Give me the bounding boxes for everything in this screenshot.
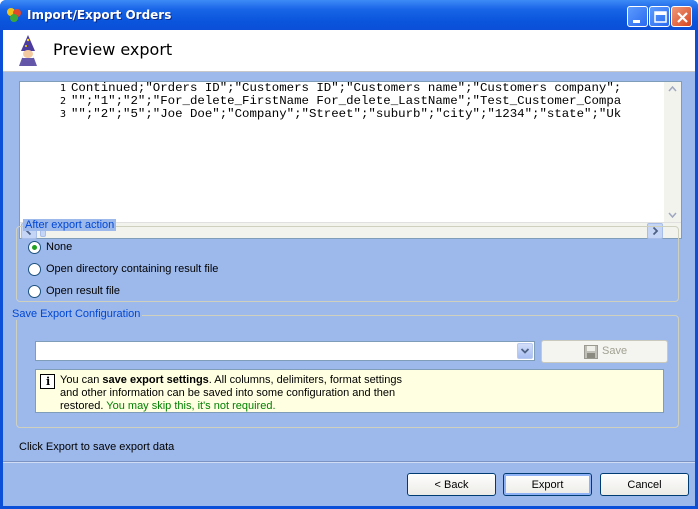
export-button-label: Export: [531, 479, 564, 491]
line-number: 3: [59, 109, 66, 120]
minimize-icon: [633, 20, 640, 23]
cancel-button-label: Cancel: [627, 479, 662, 491]
page-title: Preview export: [53, 40, 173, 59]
combo-dropdown-button[interactable]: [517, 343, 533, 359]
window: Import/Export Orders Preview export 1 2 …: [0, 0, 698, 509]
line-number: 1: [59, 83, 66, 94]
radio-indicator[interactable]: [28, 263, 41, 276]
app-icon: [7, 8, 21, 22]
info-box: i You can save export settings. All colu…: [35, 369, 664, 413]
radio-label: None: [46, 241, 73, 253]
back-button[interactable]: < Back: [407, 473, 496, 496]
back-button-label: < Back: [434, 479, 469, 491]
window-title: Import/Export Orders: [27, 8, 172, 22]
wizard-icon: [19, 35, 37, 66]
radio-label: Open directory containing result file: [46, 263, 219, 275]
export-preview-editor[interactable]: 1 2 3 Continued;"Orders ID";"Customers I…: [19, 81, 682, 239]
dialog-client: Preview export 1 2 3 Continued;"Orders I…: [3, 30, 695, 506]
line-number-gutter: 1 2 3: [20, 82, 68, 222]
export-button[interactable]: Export: [503, 473, 592, 496]
preview-line: "";"2";"5";"Joe Doe";"Company";"Street";…: [71, 107, 622, 121]
maximize-button[interactable]: [649, 6, 670, 27]
wizard-header: Preview export: [3, 30, 695, 72]
radio-label: Open result file: [46, 285, 120, 297]
close-button[interactable]: [671, 6, 692, 27]
preview-code[interactable]: Continued;"Orders ID";"Customers ID";"Cu…: [71, 82, 661, 222]
radio-open-directory[interactable]: Open directory containing result file: [28, 262, 228, 278]
divider: [3, 461, 695, 463]
floppy-disk-icon: [584, 345, 598, 359]
title-bar[interactable]: Import/Export Orders: [0, 0, 698, 30]
after-export-label: After export action: [23, 219, 117, 231]
info-line-3: restored. You may skip this, it's not re…: [60, 400, 276, 412]
save-config-label: Save Export Configuration: [10, 308, 143, 320]
chevron-down-icon: [520, 348, 530, 354]
chevron-up-icon[interactable]: [664, 82, 681, 96]
radio-open-file[interactable]: Open result file: [28, 284, 138, 300]
info-icon: i: [40, 374, 55, 389]
config-combobox[interactable]: [35, 341, 535, 361]
info-line-1: You can save export settings. All column…: [60, 374, 402, 386]
save-button-label: Save: [602, 345, 628, 357]
close-icon: [677, 12, 688, 23]
maximize-icon: [654, 11, 667, 23]
line-number: 2: [59, 96, 66, 107]
status-hint: Click Export to save export data: [19, 441, 175, 453]
radio-indicator[interactable]: [28, 241, 41, 254]
cancel-button[interactable]: Cancel: [600, 473, 689, 496]
vertical-scrollbar[interactable]: [664, 82, 681, 222]
radio-none[interactable]: None: [28, 240, 108, 256]
info-line-2: and other information can be saved into …: [60, 387, 396, 399]
chevron-down-icon[interactable]: [664, 208, 681, 222]
minimize-button[interactable]: [627, 6, 648, 27]
radio-indicator[interactable]: [28, 285, 41, 298]
save-button[interactable]: Save: [541, 340, 668, 363]
